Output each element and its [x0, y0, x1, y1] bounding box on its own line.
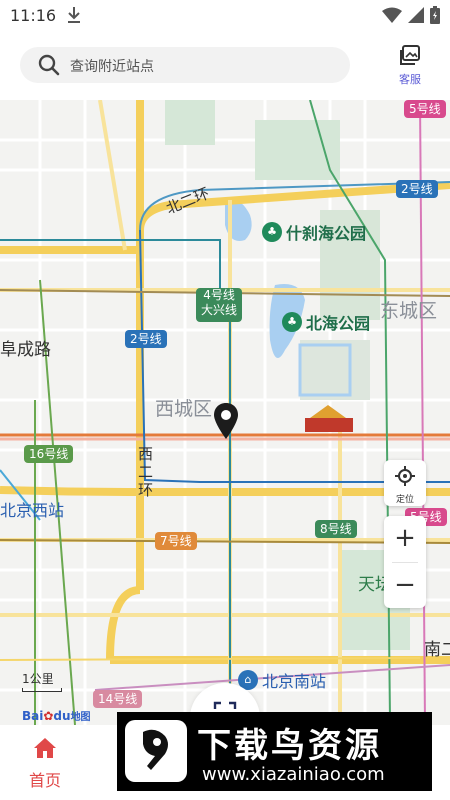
zoom-out-button[interactable]: − [384, 563, 426, 609]
bird-logo-icon [125, 720, 187, 782]
battery-icon [430, 6, 440, 24]
metro-badge-line2-w[interactable]: 2号线 [125, 330, 167, 348]
watermark-banner: 下载鸟资源 www.xiazainiao.com [117, 712, 432, 791]
district-label-xicheng: 西城区 [155, 398, 213, 420]
park-icon: ♣ [282, 312, 302, 332]
road-label-fuchenglu: 阜成路 [0, 340, 51, 360]
road-label-xi-er-huan: 西二环 [138, 445, 154, 499]
gallery-icon [400, 45, 420, 65]
road-label-nan-er: 南二 [424, 640, 450, 660]
signal-icon [408, 7, 424, 23]
home-icon [34, 738, 56, 758]
station-beijing-south[interactable]: ⌂ 北京南站 [238, 668, 326, 692]
location-pin-icon [214, 403, 238, 443]
wifi-icon [382, 7, 402, 23]
system-icons [382, 6, 440, 24]
search-header: 查询附近站点 客服 [0, 32, 450, 100]
download-icon [66, 5, 82, 29]
locate-button[interactable]: 定位 [384, 460, 426, 506]
watermark-url: www.xiazainiao.com [202, 764, 385, 785]
metro-badge-line2-ne[interactable]: 2号线 [396, 180, 438, 198]
metro-badge-line8[interactable]: 8号线 [315, 520, 357, 538]
tab-home[interactable]: 首页 [20, 737, 70, 791]
logo-brand: Bai [22, 709, 44, 723]
zoom-in-button[interactable]: + [384, 516, 426, 562]
map-scale: 1公里 [22, 670, 62, 692]
metro-badge-line7[interactable]: 7号线 [155, 532, 197, 550]
station-beijing-south-label: 北京南站 [262, 672, 327, 691]
station-beijing-west[interactable]: 北京西站 [0, 497, 64, 521]
customer-service-label: 客服 [399, 73, 421, 86]
metro-badge-line4[interactable]: 4号线 大兴线 [196, 288, 243, 322]
paw-icon: ✿ [43, 709, 54, 723]
search-input[interactable]: 查询附近站点 [20, 47, 350, 83]
crosshair-icon [395, 466, 415, 486]
metro-badge-line14[interactable]: 14号线 [93, 690, 143, 708]
tab-home-label: 首页 [28, 771, 61, 790]
search-icon [38, 54, 60, 80]
poi-shichahai-label: 什刹海公园 [286, 224, 367, 243]
poi-beihai[interactable]: ♣ 北海公园 [282, 310, 370, 334]
park-icon: ♣ [262, 222, 282, 242]
poi-shichahai[interactable]: ♣ 什刹海公园 [262, 220, 366, 244]
metro-badge-line16[interactable]: 16号线 [24, 445, 74, 463]
station-beijing-west-label: 北京西站 [0, 501, 65, 520]
status-time: 11:16 [10, 6, 57, 25]
watermark-title: 下载鸟资源 [197, 726, 382, 766]
district-label-dongcheng: 东城区 [380, 300, 438, 322]
locate-label: 定位 [395, 495, 414, 505]
search-placeholder: 查询附近站点 [70, 59, 154, 75]
baidu-map-logo: Bai✿du地图 [22, 708, 91, 723]
logo-suffix: 地图 [70, 712, 91, 723]
customer-service-button[interactable]: 客服 [388, 44, 432, 90]
status-bar: 11:16 [0, 0, 450, 32]
metro-badge-line5-top[interactable]: 5号线 [404, 100, 446, 118]
zoom-controls: + − [384, 516, 426, 608]
map-scale-label: 1公里 [22, 672, 54, 686]
map-scale-bar [22, 688, 62, 692]
logo-du: du [53, 709, 71, 723]
map-view[interactable]: 5号线 2号线 4号线 大兴线 2号线 16号线 8号线 5号线 7号线 14号… [0, 100, 450, 725]
poi-beihai-label: 北海公园 [306, 314, 371, 333]
